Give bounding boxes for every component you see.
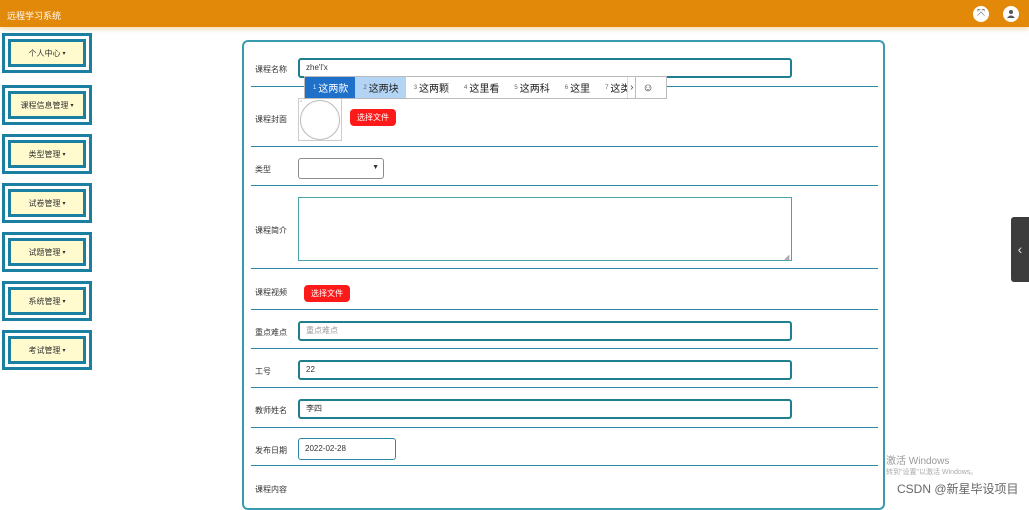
type-select[interactable]: ▼ (298, 158, 384, 179)
key-points-label: 重点难点 (255, 328, 287, 337)
chevron-down-icon: ▾ (62, 50, 66, 57)
chevron-left-icon[interactable]: ‹ (1011, 217, 1029, 282)
watermark-line1: 激活 Windows (886, 456, 950, 467)
sidebar-item-label: 试卷管理 (28, 198, 61, 208)
ime-candidate[interactable]: 6 这里 (557, 77, 597, 98)
divider (251, 348, 878, 349)
sidebar-item-label: 类型管理 (28, 149, 61, 159)
csdn-credit: CSDN @新星毕设项目 (897, 482, 1019, 496)
chevron-down-icon: ▾ (62, 298, 66, 305)
course-name-input[interactable]: zhe'l'x (298, 58, 792, 78)
divider (251, 185, 878, 186)
ime-candidate[interactable]: 7 这类 (597, 77, 627, 98)
teacher-name-label: 教师姓名 (255, 406, 287, 415)
chevron-down-icon: ▾ (62, 151, 66, 158)
ime-candidate[interactable]: 3 这两颗 (406, 77, 456, 98)
sidebar-item-label: 课程信息管理 (20, 100, 69, 110)
divider (251, 309, 878, 310)
content-label: 课程内容 (255, 485, 287, 494)
chevron-down-icon: ▾ (62, 347, 66, 354)
ime-candidate[interactable]: 2 这两块 (355, 77, 406, 98)
publish-date-input[interactable]: 2022-02-28 (298, 438, 396, 460)
teacher-name-input[interactable]: 李四 (298, 399, 792, 419)
publish-date-label: 发布日期 (255, 446, 287, 455)
cover-image-preview: ▫ (298, 98, 342, 141)
chevron-down-icon: ▾ (70, 102, 74, 109)
divider (251, 268, 878, 269)
sidebar-item-personal-center[interactable]: 个人中心 ▾ (2, 33, 92, 73)
chevron-down-icon: ▾ (62, 249, 66, 256)
windows-activation-watermark: 激活 Windows 转到"设置"以激活 Windows。 (886, 456, 977, 478)
type-label: 类型 (255, 165, 271, 174)
ime-candidate[interactable]: 4 这里看 (456, 77, 506, 98)
sidebar-item-exam[interactable]: 考试管理 ▾ (2, 330, 92, 370)
emoji-icon[interactable]: ☺ (635, 77, 659, 98)
chevron-right-icon[interactable]: › (627, 77, 635, 98)
ime-candidate[interactable]: 5 这两科 (506, 77, 556, 98)
sidebar-item-label: 试题管理 (28, 247, 61, 257)
sidebar-item-label: 系统管理 (28, 296, 61, 306)
sidebar-item-label: 考试管理 (28, 345, 61, 355)
image-placeholder-icon (300, 100, 340, 140)
sidebar-item-type[interactable]: 类型管理 ▾ (2, 134, 92, 174)
fullscreen-icon[interactable]: ⤧ (973, 6, 989, 22)
ime-candidate[interactable]: 1 这两款 (305, 77, 356, 98)
sidebar-item-question[interactable]: 试题管理 ▾ (2, 232, 92, 272)
video-choose-file-button[interactable]: 选择文件 (304, 285, 350, 302)
divider (251, 146, 878, 147)
divider (251, 465, 878, 466)
sidebar-item-paper[interactable]: 试卷管理 ▾ (2, 183, 92, 223)
top-bar: 远程学习系统 ⤧ (0, 0, 1029, 27)
chevron-down-icon: ▾ (62, 200, 66, 207)
course-name-label: 课程名称 (255, 65, 287, 74)
divider (251, 387, 878, 388)
app-title: 远程学习系统 (7, 11, 62, 21)
ime-candidate-bar: 1 这两款 2 这两块 3 这两颗 4 这里看 5 这两科 6 这里 7 这类 › ☺ (304, 76, 667, 99)
sidebar-item-system[interactable]: 系统管理 ▾ (2, 281, 92, 321)
intro-label: 课程简介 (255, 226, 287, 235)
user-icon[interactable] (1003, 6, 1019, 22)
cover-choose-file-button[interactable]: 选择文件 (350, 109, 396, 126)
broken-image-icon: ▫ (300, 99, 303, 105)
key-points-placeholder: 重点难点 (306, 326, 338, 335)
divider (251, 427, 878, 428)
intro-textarea[interactable] (298, 197, 792, 261)
sidebar-item-course-info[interactable]: 课程信息管理 ▾ (2, 85, 92, 125)
cover-label: 课程封面 (255, 115, 287, 124)
job-no-label: 工号 (255, 367, 271, 376)
video-label: 课程视频 (255, 288, 287, 297)
job-no-input[interactable]: 22 (298, 360, 792, 380)
key-points-input[interactable]: 重点难点 (298, 321, 792, 341)
chevron-down-icon: ▼ (372, 164, 379, 171)
watermark-line2: 转到"设置"以激活 Windows。 (886, 469, 978, 476)
sidebar-item-label: 个人中心 (28, 48, 61, 58)
